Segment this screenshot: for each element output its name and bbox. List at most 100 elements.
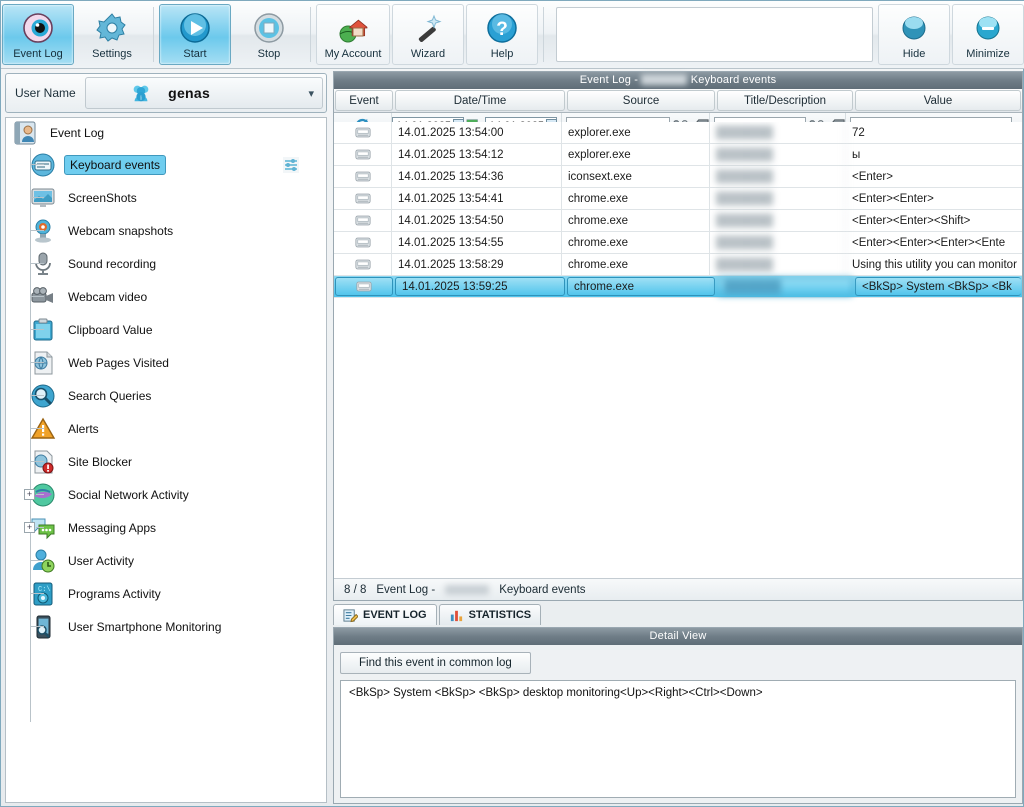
row-event-icon-cell <box>334 254 392 275</box>
toolbar-separator <box>310 7 311 62</box>
tree-guide-line <box>30 593 44 594</box>
toolbar-button-start[interactable]: Start <box>159 4 231 65</box>
tree-guide-line <box>30 428 44 429</box>
tree-guide-line <box>30 164 44 165</box>
table-row[interactable]: 14.01.2025 13:54:12 explorer.exe ███████ ы <box>334 144 1022 166</box>
row-datetime-cell: 14.01.2025 13:54:50 <box>392 210 562 231</box>
detail-title-bar: Detail View <box>334 628 1022 645</box>
sidebar-item-web-pages-visited[interactable]: Web Pages Visited <box>6 346 326 379</box>
row-title-description-cell: ███████ <box>710 188 846 209</box>
bottom-tab-bar: EVENT LOG STATISTICS <box>333 603 1023 625</box>
toolbar-button-minimize[interactable]: Minimize <box>952 4 1024 65</box>
tab-event-log[interactable]: EVENT LOG <box>333 604 437 625</box>
detail-text-content[interactable]: <BkSp> System <BkSp> <BkSp> desktop moni… <box>340 680 1016 798</box>
grid-column-header[interactable]: Value <box>855 90 1021 111</box>
sidebar-item-webcam-video[interactable]: Webcam video <box>6 280 326 313</box>
home-globe-icon <box>339 19 368 42</box>
sidebar-item-alerts[interactable]: Alerts <box>6 412 326 445</box>
keyboard-icon <box>356 281 372 292</box>
row-value-cell: <Enter><Enter><Enter><Ente <box>852 236 1006 249</box>
keyboard-icon <box>354 215 371 226</box>
sliders-settings-icon[interactable] <box>282 156 300 174</box>
toolbar-button-label: Wizard <box>410 47 446 60</box>
tree-guide-line <box>30 329 44 330</box>
toolbar-button-stop[interactable]: Stop <box>233 4 305 65</box>
row-source-cell: chrome.exe <box>562 188 710 209</box>
detail-view-panel: Detail View Find this event in common lo… <box>333 627 1023 804</box>
row-source-cell: explorer.exe <box>562 122 710 143</box>
sidebar-item-webcam-snapshots[interactable]: Webcam snapshots <box>6 214 326 247</box>
user-name-combobox[interactable]: i genas ▾ <box>84 77 323 109</box>
grid-column-header[interactable]: Title/Description <box>717 90 853 111</box>
find-event-in-common-log-button[interactable]: Find this event in common log <box>340 652 531 674</box>
toolbar-button-help[interactable]: ? Help <box>466 4 538 65</box>
grid-title-prefix: Event Log - <box>579 74 639 86</box>
main-content-panel: Event Log - Keyboard events Event Date/Ti… <box>333 71 1023 806</box>
sidebar-item-search-queries[interactable]: Search Queries <box>6 379 326 412</box>
minimize-sphere-icon <box>976 16 1000 39</box>
grid-column-header[interactable]: Event <box>335 90 393 111</box>
tree-guide-line <box>30 263 44 264</box>
grid-column-header[interactable]: Source <box>567 90 715 111</box>
sidebar-item-user-smartphone-monitoring[interactable]: User Smartphone Monitoring <box>6 610 326 643</box>
toolbar-button-settings[interactable]: Settings <box>76 4 148 65</box>
tree-guide-line <box>30 296 44 297</box>
toolbar-button-hide[interactable]: Hide <box>878 4 950 65</box>
table-row[interactable]: 14.01.2025 13:54:36 iconsext.exe ███████ <E… <box>334 166 1022 188</box>
sidebar-item-messaging-apps[interactable]: + Messaging Apps <box>6 511 326 544</box>
tab-statistics[interactable]: STATISTICS <box>438 604 542 625</box>
eye-icon <box>23 12 53 43</box>
row-datetime-cell: 14.01.2025 13:59:25 <box>395 277 565 296</box>
sidebar-item-label: ScreenShots <box>68 190 137 205</box>
toolbar-button-label: Start <box>183 47 207 60</box>
table-row[interactable]: 14.01.2025 13:54:55 chrome.exe ███████ <Ent… <box>334 232 1022 254</box>
keyboard-icon <box>354 127 371 138</box>
sidebar-item-label: Programs Activity <box>68 586 161 601</box>
sidebar-item-label: User Smartphone Monitoring <box>68 619 222 634</box>
toolbar-button-label: Stop <box>257 47 281 60</box>
sidebar-item-site-blocker[interactable]: Site Blocker <box>6 445 326 478</box>
row-event-icon-cell <box>334 210 392 231</box>
row-event-icon-cell <box>334 122 392 143</box>
tree-expand-icon[interactable]: + <box>24 522 35 533</box>
chevron-down-icon[interactable]: ▾ <box>308 87 314 100</box>
sidebar-item-programs-activity[interactable]: C:\ Programs Activity <box>6 577 326 610</box>
sidebar-item-clipboard-value[interactable]: Clipboard Value <box>6 313 326 346</box>
stop-icon <box>254 12 284 43</box>
row-title-description-cell: ███████ <box>710 232 846 253</box>
toolbar-button-my-account[interactable]: My Account <box>316 4 390 65</box>
row-datetime-cell: 14.01.2025 13:54:12 <box>392 144 562 165</box>
sidebar-item-screenshots[interactable]: ScreenShots <box>6 181 326 214</box>
table-row[interactable]: 14.01.2025 13:59:25 chrome.exe ███████ <BkS… <box>334 276 1022 298</box>
toolbar-button-label: My Account <box>324 47 382 60</box>
sidebar-item-user-activity[interactable]: User Activity <box>6 544 326 577</box>
table-row[interactable]: 14.01.2025 13:54:41 chrome.exe ███████ <Ent… <box>334 188 1022 210</box>
toolbar-button-label: Help <box>490 47 514 60</box>
grid-rows-container[interactable]: 14.01.2025 13:54:00 explorer.exe ███████ 72… <box>334 122 1022 578</box>
sidebar-item-label: Alerts <box>68 421 99 436</box>
table-row[interactable]: 14.01.2025 13:54:50 chrome.exe ███████ <Ent… <box>334 210 1022 232</box>
table-row[interactable]: 14.01.2025 13:54:00 explorer.exe ███████ 72 <box>334 122 1022 144</box>
tree-root-event-log[interactable]: Event Log <box>6 118 326 148</box>
keyboard-icon <box>354 149 371 160</box>
row-title-description-cell: ███████ <box>710 254 846 275</box>
user-selector-bar: User Name i genas ▾ <box>5 73 327 113</box>
question-mark-icon: ? <box>487 12 517 43</box>
grid-column-header[interactable]: Date/Time <box>395 90 565 111</box>
status-prefix: Event Log - <box>376 583 436 596</box>
toolbar-search-input[interactable] <box>556 7 873 62</box>
sidebar-item-keyboard-events[interactable]: Keyboard events <box>6 148 326 181</box>
sidebar-item-sound-recording[interactable]: Sound recording <box>6 247 326 280</box>
row-value-cell: ы <box>852 148 861 161</box>
sidebar-item-label: Site Blocker <box>68 454 133 469</box>
tree-guide-line <box>30 362 44 363</box>
status-suffix: Keyboard events <box>499 583 586 596</box>
toolbar-button-wizard[interactable]: Wizard <box>392 4 464 65</box>
tree-expand-icon[interactable]: + <box>24 489 35 500</box>
row-title-description-cell: ███████ <box>710 210 846 231</box>
sidebar-item-social-network-activity[interactable]: + Social Network Activity <box>6 478 326 511</box>
toolbar-button-event-log[interactable]: Event Log <box>2 4 74 65</box>
grid-title-redacted <box>641 74 688 85</box>
table-row[interactable]: 14.01.2025 13:58:29 chrome.exe ███████ Usin… <box>334 254 1022 276</box>
toolbar-separator <box>153 7 154 62</box>
